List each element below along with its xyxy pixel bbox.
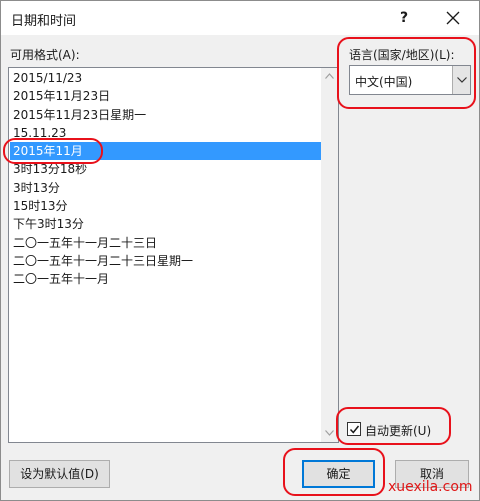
chevron-down-icon bbox=[325, 430, 334, 436]
ok-button[interactable]: 确定 bbox=[302, 460, 375, 488]
format-list-item[interactable]: 2015/11/23 bbox=[10, 69, 322, 87]
format-list-item[interactable]: 2015年11月 bbox=[10, 142, 322, 161]
chevron-down-icon bbox=[457, 77, 467, 83]
formats-scrollbar[interactable] bbox=[321, 68, 338, 442]
formats-list: 2015/11/23 2015年11月23日 2015年11月23日星期一 15.11… bbox=[10, 69, 322, 289]
auto-update-label: 自动更新(U) bbox=[365, 424, 432, 438]
close-button[interactable] bbox=[433, 5, 473, 31]
format-list-item[interactable]: 15.11.23 bbox=[10, 124, 322, 142]
title-bar: 日期和时间 ? bbox=[1, 1, 479, 35]
set-default-button[interactable]: 设为默认值(D) bbox=[9, 460, 110, 488]
formats-label: 可用格式(A): bbox=[10, 48, 80, 62]
format-list-item[interactable]: 2015年11月23日星期一 bbox=[10, 106, 322, 124]
language-value: 中文(中国) bbox=[355, 75, 413, 89]
format-list-item[interactable]: 2015年11月23日 bbox=[10, 87, 322, 105]
scroll-down-button[interactable] bbox=[321, 425, 338, 442]
scroll-up-button[interactable] bbox=[321, 68, 338, 85]
close-icon bbox=[446, 11, 460, 25]
format-list-item[interactable]: 二〇一五年十一月二十三日 bbox=[10, 234, 322, 252]
auto-update-checkbox[interactable] bbox=[347, 422, 361, 436]
date-time-dialog: 日期和时间 ? 可用格式(A): 2015/11/23 2015年11月23日 20… bbox=[0, 0, 480, 501]
chevron-up-icon bbox=[325, 73, 334, 79]
format-list-item[interactable]: 二〇一五年十一月 bbox=[10, 270, 322, 288]
format-list-item[interactable]: 二〇一五年十一月二十三日星期一 bbox=[10, 252, 322, 270]
format-list-item[interactable]: 3时13分 bbox=[10, 179, 322, 197]
watermark-text: xuexila.com bbox=[388, 479, 473, 495]
formats-listbox[interactable]: 2015/11/23 2015年11月23日 2015年11月23日星期一 15.11… bbox=[8, 67, 339, 443]
dialog-title: 日期和时间 bbox=[11, 14, 77, 29]
language-select[interactable]: 中文(中国) bbox=[349, 65, 471, 95]
checkmark-icon bbox=[349, 425, 360, 434]
help-button[interactable]: ? bbox=[387, 5, 421, 31]
format-list-item[interactable]: 3时13分18秒 bbox=[10, 160, 322, 178]
language-dropdown-button[interactable] bbox=[452, 66, 470, 94]
language-label: 语言(国家/地区)(L): bbox=[349, 48, 455, 62]
format-list-item[interactable]: 15时13分 bbox=[10, 197, 322, 215]
format-list-item[interactable]: 下午3时13分 bbox=[10, 215, 322, 233]
